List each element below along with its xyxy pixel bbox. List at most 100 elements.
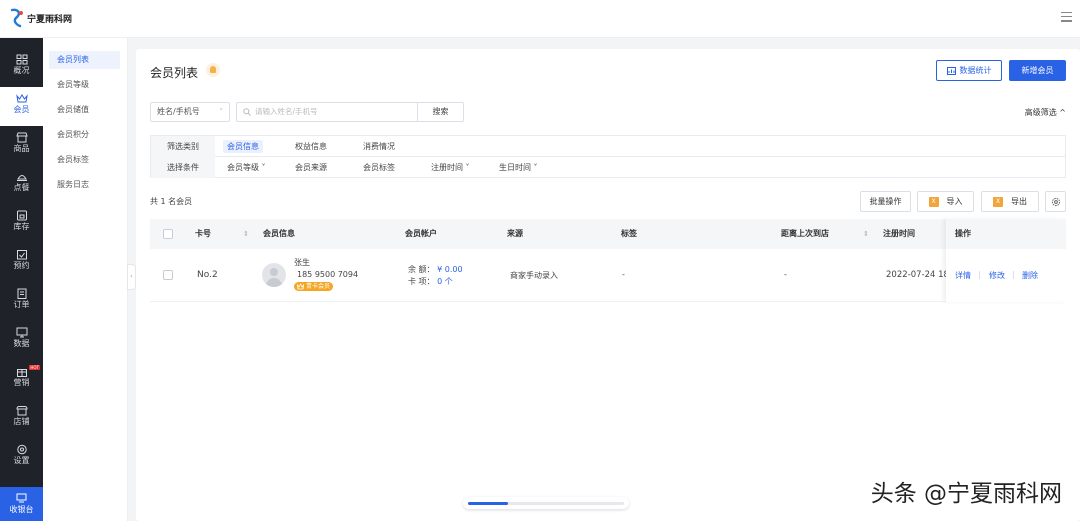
- filter-category-row: 筛选类别 会员信息 权益信息 消费情况: [151, 136, 1065, 157]
- balance-value[interactable]: ¥ 0.00: [437, 265, 462, 274]
- balance-label: 余 额：: [408, 265, 435, 274]
- import-label: 导入: [946, 197, 963, 206]
- scrollbar-thumb[interactable]: [468, 502, 508, 505]
- filter-condition-row: 选择条件 会员等级 ˅ 会员来源 会员标签 注册时间 ˅ 生日时间 ˅: [151, 157, 1065, 178]
- filter-member-source[interactable]: 会员来源: [291, 161, 331, 174]
- sub-nav-member-list[interactable]: 会员列表: [49, 51, 120, 69]
- edit-link[interactable]: 修改: [989, 270, 1005, 281]
- nav-label: 库存: [13, 222, 30, 231]
- horizontal-scrollbar[interactable]: [463, 497, 629, 509]
- search-button[interactable]: 搜索: [418, 102, 464, 122]
- chart-icon: [946, 66, 956, 75]
- nav-label: 订单: [13, 300, 30, 309]
- nav-item-booking[interactable]: 预约: [0, 243, 43, 282]
- filter-category-consumption[interactable]: 消费情况: [359, 140, 399, 153]
- filter-register-time-dropdown[interactable]: 注册时间 ˅: [427, 161, 474, 174]
- watermark-text: 头条 @宁夏雨科网: [870, 481, 1062, 507]
- sub-nav-service-log[interactable]: 服务日志: [49, 176, 120, 194]
- add-member-button[interactable]: 新增会员: [1009, 60, 1066, 81]
- shop-icon: [15, 132, 28, 143]
- nav-label: 设置: [13, 456, 30, 465]
- filter-category-head: 筛选类别: [151, 136, 215, 157]
- nav-label: 点餐: [13, 183, 30, 192]
- col-card-no: 卡号: [195, 229, 211, 238]
- nav-item-orders[interactable]: 订单: [0, 282, 43, 321]
- card-items-label: 卡 项：: [408, 277, 435, 286]
- col-last-visit: 距离上次到店: [781, 229, 829, 238]
- sub-nav-member-stored-value[interactable]: 会员储值: [49, 101, 120, 119]
- search-input[interactable]: 请输入姓名/手机号: [236, 102, 418, 122]
- member-count: 共 1 名会员: [150, 197, 193, 206]
- member-tag: -: [622, 270, 625, 279]
- detail-link[interactable]: 详情: [955, 270, 971, 281]
- balance-line: 余 额： ¥ 0.00: [408, 264, 463, 275]
- col-member-account: 会员帐户: [405, 229, 437, 238]
- col-operations: 操作: [955, 229, 971, 238]
- nav-item-data[interactable]: 数据: [0, 321, 43, 360]
- brand-name: 宁夏雨科网: [27, 14, 73, 25]
- operations-column: 操作 详情 修改 删除: [946, 219, 1066, 302]
- batch-operation-button[interactable]: 批量操作: [860, 191, 911, 212]
- hot-badge: HOT: [29, 365, 40, 370]
- excel-icon: X: [993, 196, 1003, 207]
- filter-category-benefits[interactable]: 权益信息: [291, 140, 331, 153]
- divider: [979, 271, 980, 279]
- filter-panel: 筛选类别 会员信息 权益信息 消费情况 选择条件 会员等级 ˅ 会员来源 会员标…: [150, 135, 1066, 178]
- search-placeholder: 请输入姓名/手机号: [255, 107, 318, 116]
- table-row[interactable]: No.2 张生 185 9500 7094 青卡会员 余 额： ¥ 0.00 卡…: [150, 249, 1066, 302]
- logo-icon: [10, 8, 23, 28]
- crown-badge-icon: [297, 283, 304, 290]
- nav-label: 商品: [13, 144, 30, 153]
- sort-card-no-icon[interactable]: ⇕: [243, 219, 249, 249]
- column-settings-gear-icon[interactable]: [1045, 191, 1066, 212]
- nav-label: 会员: [13, 105, 30, 114]
- filter-birthday-dropdown[interactable]: 生日时间 ˅: [495, 161, 542, 174]
- member-level-label: 青卡会员: [306, 283, 331, 290]
- cashier-icon: [16, 493, 27, 503]
- lightbulb-tip-icon[interactable]: [206, 63, 220, 77]
- sub-nav-member-points[interactable]: 会员积分: [49, 126, 120, 144]
- nav-label: 营销: [13, 378, 30, 387]
- delete-link[interactable]: 删除: [1022, 270, 1038, 281]
- card-items-value[interactable]: 0 个: [437, 277, 453, 286]
- filter-category-member-info[interactable]: 会员信息: [223, 140, 263, 153]
- sort-last-visit-icon[interactable]: ⇕: [863, 219, 869, 249]
- hamburger-menu-icon[interactable]: [1061, 12, 1072, 22]
- import-button[interactable]: X 导入: [917, 191, 974, 212]
- monitor-icon: [16, 327, 27, 338]
- export-label: 导出: [1011, 197, 1027, 206]
- search-icon: [243, 108, 251, 116]
- row-checkbox[interactable]: [163, 270, 173, 280]
- nav-item-store[interactable]: 店铺: [0, 399, 43, 438]
- col-tag: 标签: [621, 229, 637, 238]
- nav-item-settings[interactable]: 设置: [0, 438, 43, 477]
- crown-icon: [15, 94, 28, 103]
- nav-item-overview[interactable]: 概况: [0, 48, 43, 87]
- nav-item-ordering[interactable]: 点餐: [0, 165, 43, 204]
- nav-label: 店铺: [13, 417, 30, 426]
- nav-item-members[interactable]: 会员: [0, 87, 43, 126]
- advanced-filter-toggle[interactable]: 高级筛选 ^: [1025, 107, 1066, 118]
- nav-item-products[interactable]: 商品: [0, 126, 43, 165]
- gift-icon: [16, 369, 27, 377]
- data-stats-button[interactable]: 数据统计: [936, 60, 1002, 81]
- box-icon: [16, 210, 27, 221]
- main-card: 会员列表 数据统计 新增会员 姓名/手机号 ˅ 请输入姓名/手机号 搜索 高级筛…: [136, 49, 1080, 521]
- collapse-sidebar-chevron-icon[interactable]: ‹: [127, 264, 136, 290]
- nav-item-marketing[interactable]: HOT 营销: [0, 360, 43, 399]
- filter-member-tag[interactable]: 会员标签: [359, 161, 399, 174]
- sub-nav-member-levels[interactable]: 会员等级: [49, 76, 120, 94]
- filter-member-level-dropdown[interactable]: 会员等级 ˅: [223, 161, 270, 174]
- brand-logo[interactable]: 宁夏雨科网: [9, 8, 72, 28]
- col-register-time: 注册时间: [883, 229, 915, 238]
- nav-item-inventory[interactable]: 库存: [0, 204, 43, 243]
- col-member-info: 会员信息: [263, 229, 295, 238]
- sub-nav-member-tags[interactable]: 会员标签: [49, 151, 120, 169]
- search-type-select[interactable]: 姓名/手机号 ˅: [150, 102, 230, 122]
- card-items-line: 卡 项： 0 个: [408, 276, 453, 287]
- member-name: 张生: [294, 258, 310, 267]
- nav-item-cashier[interactable]: 收银台: [0, 487, 43, 521]
- order-icon: [17, 288, 26, 299]
- export-button[interactable]: X 导出: [981, 191, 1039, 212]
- select-all-checkbox[interactable]: [163, 229, 173, 239]
